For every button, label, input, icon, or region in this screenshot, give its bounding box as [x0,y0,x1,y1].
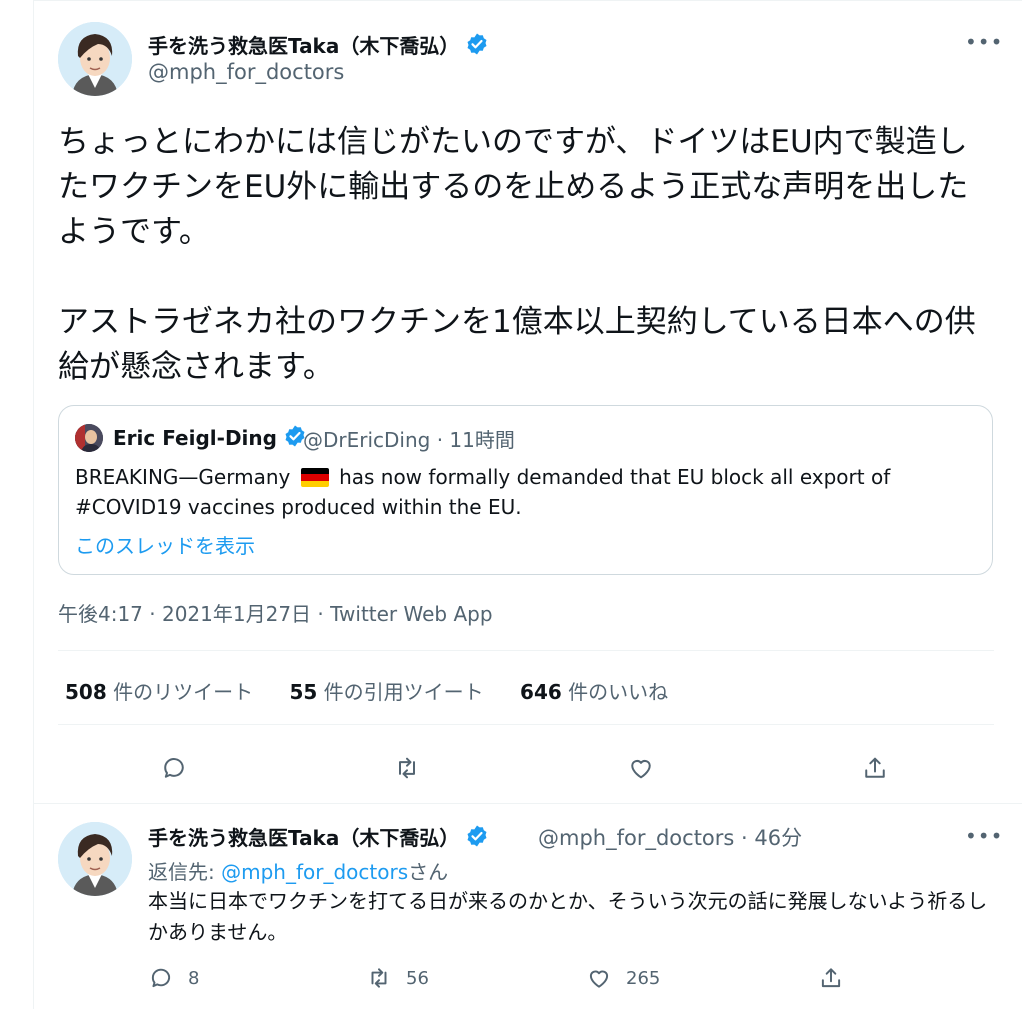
quote-author-avatar [75,424,103,452]
author-handle[interactable]: @mph_for_doctors [148,60,344,84]
author-name-text: 手を洗う救急医Taka（木下喬弘） [148,34,460,58]
author-name[interactable]: 手を洗う救急医Taka（木下喬弘） [148,30,489,59]
reply-text: 本当に日本でワクチンを打てる日が来るのかとか、そういう次元の話に発展しないよう祈… [148,889,988,944]
quote-author-name-text: Eric Feigl-Ding [113,426,277,450]
quotes-label: 件の引用ツイート [323,680,484,704]
reply-like-button[interactable]: 265 [586,965,660,991]
quotes-count: 55 [289,680,318,704]
share-icon[interactable] [857,750,893,786]
reply-share-button[interactable] [818,965,858,991]
reply-meta[interactable]: @mph_for_doctors · 46分 [538,822,802,852]
show-thread-link[interactable]: このスレッドを表示 [75,530,255,559]
reply-like-count: 265 [626,967,661,989]
divider [58,650,994,651]
reply-author-name-text: 手を洗う救急医Taka（木下喬弘） [148,826,460,850]
likes-label: 件のいいね [568,680,669,704]
tweet-timestamp[interactable]: 午後4:17 · 2021年1月27日 · Twitter Web App [58,598,493,627]
reply-retweet-button[interactable]: 56 [366,965,429,991]
verified-badge-icon [467,33,487,55]
quote-author-name: Eric Feigl-Ding [113,424,307,450]
retweet-icon [371,968,387,988]
quote-text-part: BREAKING—Germany [75,465,291,489]
reply-reply-count: 8 [188,967,200,989]
germany-flag-icon [300,468,329,487]
heart-icon[interactable] [623,750,659,786]
reply-more-options-icon[interactable]: ••• [965,824,1003,848]
quote-text: BREAKING—Germany has now formally demand… [75,462,975,522]
reply-icon [151,968,171,988]
retweets-count: 508 [65,680,107,704]
quoted-tweet[interactable]: Eric Feigl-Ding @DrEricDing · 11時間 BREAK… [58,405,993,575]
heart-icon [589,970,609,988]
reply-author-avatar[interactable] [58,822,132,896]
reply-reply-button[interactable]: 8 [148,965,199,991]
tweet-text: ちょっとにわかには信じがたいのですが、ドイツはEU内で製造したワクチンをEU外に… [58,124,976,385]
retweets-label: 件のリツイート [113,680,254,704]
reply-to-line: 返信先: @mph_for_doctorsさん [148,856,448,885]
divider [58,724,994,725]
reply-retweet-count: 56 [406,967,429,989]
more-options-icon[interactable]: ••• [965,30,1003,54]
verified-badge-icon [467,825,487,847]
reply-to-handle-link[interactable]: @mph_for_doctors [221,860,408,884]
author-avatar[interactable] [58,22,132,96]
divider [34,803,1022,804]
reply-author-name[interactable]: 手を洗う救急医Taka（木下喬弘） [148,822,489,851]
tweet-stats: 508 件のリツイート 55 件の引用ツイート 646 件のいいね [65,676,698,705]
retweet-icon[interactable] [389,750,425,786]
reply-to-prefix: 返信先: [148,860,222,884]
likes-stat[interactable]: 646 件のいいね [520,676,668,705]
reply-to-suffix: さん [408,860,449,884]
reply-icon[interactable] [156,750,192,786]
retweets-stat[interactable]: 508 件のリツイート [65,676,253,705]
likes-count: 646 [520,680,562,704]
quotes-stat[interactable]: 55 件の引用ツイート [289,676,483,705]
share-icon [821,968,841,988]
quote-meta: @DrEricDing · 11時間 [303,428,515,452]
